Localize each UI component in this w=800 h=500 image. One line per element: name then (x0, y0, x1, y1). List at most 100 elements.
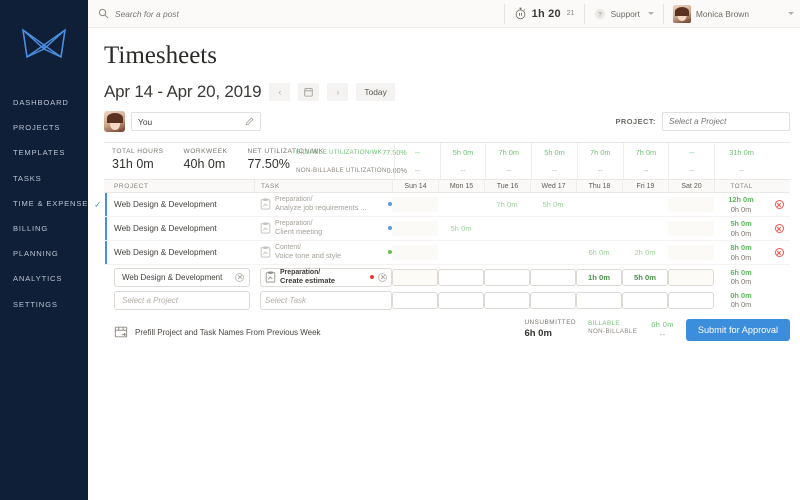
butterfly-logo[interactable] (0, 14, 88, 76)
sidebar-item-time-expense[interactable]: TIME & EXPENSE (0, 191, 88, 216)
today-button[interactable]: Today (356, 83, 395, 101)
project-selector[interactable]: Select a Project (114, 290, 250, 310)
cell-wed[interactable] (530, 265, 576, 289)
time-input-mon[interactable] (438, 291, 484, 309)
next-week-button[interactable]: › (327, 83, 349, 101)
time-input-sat[interactable] (668, 268, 714, 286)
cell-total: 12h 0m 0h 0m (714, 193, 768, 216)
time-input-sun[interactable] (392, 291, 438, 309)
cell-sat[interactable] (668, 241, 714, 264)
cell-mon[interactable] (438, 265, 484, 289)
cell-tue[interactable]: 7h 0m (484, 193, 530, 216)
cell-thu[interactable]: 6h 0m (576, 241, 622, 264)
cell-sat[interactable] (668, 193, 714, 216)
row-delete[interactable] (768, 224, 790, 233)
cell-sat[interactable] (668, 265, 714, 289)
cell-wed[interactable]: 5h 0m (530, 193, 576, 216)
row-delete[interactable] (768, 248, 790, 257)
cell-thu[interactable] (576, 193, 622, 216)
sidebar-item-dashboard[interactable]: DASHBOARD (0, 90, 88, 115)
timer-widget[interactable]: 1h 20 21 (505, 0, 584, 28)
cell-sun[interactable] (392, 217, 438, 240)
delete-icon[interactable] (774, 248, 784, 257)
cell-mon[interactable] (438, 289, 484, 311)
delete-icon[interactable] (774, 224, 784, 233)
cell-mon[interactable] (438, 193, 484, 216)
time-input-fri[interactable] (622, 268, 668, 286)
cell-fri[interactable] (622, 193, 668, 216)
search-box[interactable] (88, 8, 504, 19)
time-input-mon[interactable] (438, 268, 484, 286)
task-selector[interactable]: Preparation/ Create estimate (260, 267, 392, 287)
user-selector[interactable] (131, 112, 261, 131)
row-task[interactable]: Preparation/ Create estimate (254, 267, 392, 287)
cell-wed[interactable] (530, 241, 576, 264)
cell-thu[interactable] (576, 217, 622, 240)
sidebar-item-templates[interactable]: TEMPLATES (0, 140, 88, 165)
cell-sat[interactable] (668, 289, 714, 311)
time-input-thu[interactable] (576, 291, 622, 309)
row-task[interactable]: Select Task (254, 290, 392, 310)
prev-week-button[interactable]: ‹ (269, 83, 291, 101)
table-row-new[interactable]: Select a Project Select Task 0h 0m 0h 0m (104, 289, 790, 311)
row-delete[interactable] (768, 200, 790, 209)
time-input-wed[interactable] (530, 291, 576, 309)
clear-project-icon[interactable] (235, 272, 244, 282)
row-checkmark-icon[interactable]: ✓ (94, 199, 102, 210)
cell-fri[interactable]: 2h 0m (622, 241, 668, 264)
cell-tue[interactable] (484, 241, 530, 264)
submit-for-approval-button[interactable]: Submit for Approval (685, 319, 790, 341)
time-input-tue[interactable] (484, 268, 530, 286)
cell-sun[interactable] (392, 193, 438, 216)
cell-fri[interactable] (622, 289, 668, 311)
sidebar-item-analytics[interactable]: ANALYTICS (0, 266, 88, 291)
header-total: TOTAL (714, 180, 768, 192)
user-input[interactable] (138, 116, 238, 127)
calendar-picker-button[interactable] (298, 83, 320, 101)
table-row[interactable]: ✓ Web Design & Development Preparation/ … (94, 193, 790, 217)
search-input[interactable] (115, 8, 315, 19)
sidebar-item-planning[interactable]: PLANNING (0, 241, 88, 266)
project-selector[interactable]: Web Design & Development (114, 267, 250, 287)
cell-thu[interactable] (576, 289, 622, 311)
sidebar-item-settings[interactable]: SETTINGS (0, 292, 88, 317)
cell-sun[interactable] (392, 265, 438, 289)
time-input-thu[interactable] (576, 268, 622, 286)
prefill-button[interactable]: Prefill Project and Task Names From Prev… (114, 325, 321, 339)
cell-sat[interactable] (668, 217, 714, 240)
cell-wed[interactable] (530, 289, 576, 311)
sidebar-item-projects[interactable]: PROJECTS (0, 115, 88, 140)
time-input-wed[interactable] (530, 268, 576, 286)
cell-tue[interactable] (484, 289, 530, 311)
cell-fri[interactable] (622, 217, 668, 240)
table-row[interactable]: Web Design & Development Content/ Voice … (104, 241, 790, 265)
time-input-sat[interactable] (668, 291, 714, 309)
cell-fri[interactable] (622, 265, 668, 289)
project-filter-input[interactable] (662, 112, 790, 131)
row-project[interactable]: Select a Project (104, 290, 254, 310)
cell-thu[interactable] (576, 265, 622, 289)
delete-icon[interactable] (774, 200, 784, 209)
support-menu[interactable]: ? Support (585, 0, 663, 28)
sidebar-item-billing[interactable]: BILLING (0, 216, 88, 241)
time-input-fri[interactable] (622, 291, 668, 309)
time-input-tue[interactable] (484, 291, 530, 309)
sidebar-item-tasks[interactable]: TASKS (0, 166, 88, 191)
row-project[interactable]: Web Design & Development (104, 267, 254, 287)
table-row-editing[interactable]: Web Design & Development Preparation/ Cr… (104, 265, 790, 289)
cell-mon[interactable] (438, 241, 484, 264)
table-row[interactable]: Web Design & Development Preparation/ Cl… (104, 217, 790, 241)
row-task: Preparation/ Analyze job requirements ..… (254, 196, 392, 212)
cell-mon[interactable]: 5h 0m (438, 217, 484, 240)
pencil-icon[interactable] (245, 117, 254, 126)
time-input-sun[interactable] (392, 268, 438, 286)
row-total-billable: 6h 0m (730, 267, 752, 277)
clear-task-icon[interactable] (378, 272, 387, 282)
task-selector[interactable]: Select Task (260, 290, 392, 310)
cell-wed[interactable] (530, 217, 576, 240)
user-menu[interactable]: Monica Brown (664, 0, 800, 28)
cell-sun[interactable] (392, 289, 438, 311)
cell-sun[interactable] (392, 241, 438, 264)
cell-tue[interactable] (484, 265, 530, 289)
cell-tue[interactable] (484, 217, 530, 240)
